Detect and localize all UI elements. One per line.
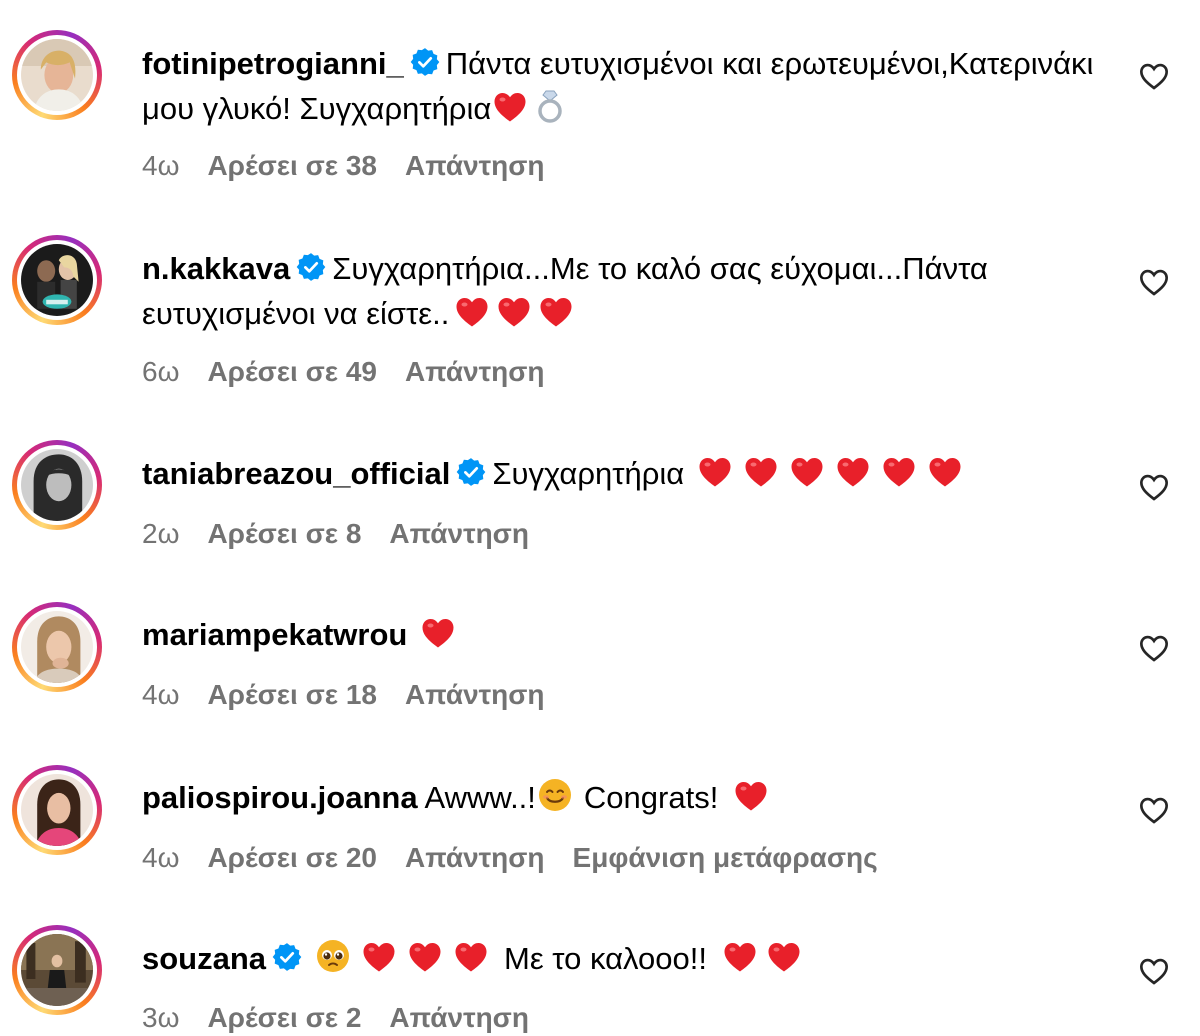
verified-badge-icon [410,47,440,77]
red-heart-icon [362,941,396,973]
red-heart-icon [408,941,442,973]
heart-outline-icon [1138,60,1170,92]
verified-badge-icon [296,252,326,282]
heart-outline-icon [1138,794,1170,826]
username[interactable]: taniabreazou_official [142,456,450,491]
avatar[interactable] [12,765,102,855]
heart-outline-icon [1138,471,1170,503]
like-button[interactable] [1138,955,1170,987]
timestamp: 6ω [142,356,180,387]
comment-body: paliospirou.joanna Awww..! Congrats! [142,775,1102,820]
username[interactable]: fotinipetrogianni_ [142,46,404,81]
reply-button[interactable]: Απάντηση [405,150,545,181]
red-heart-icon [790,456,824,488]
comment-text-2: Congrats! [583,780,719,815]
likes-count[interactable]: Αρέσει σε 20 [207,842,377,873]
like-button[interactable] [1138,266,1170,298]
red-heart-icon [723,941,757,973]
avatar[interactable] [12,925,102,1015]
avatar[interactable] [12,30,102,120]
comment-meta: 4ω Αρέσει σε 38 Απάντηση [142,148,573,184]
smiling-face-icon [538,778,572,812]
heart-outline-icon [1138,266,1170,298]
comment-body: mariampekatwrou [142,612,1102,657]
reply-button[interactable]: Απάντηση [389,1002,529,1033]
avatar[interactable] [12,440,102,530]
avatar-photo [21,611,93,683]
red-heart-icon [882,456,916,488]
avatar-photo [21,449,93,521]
like-button[interactable] [1138,794,1170,826]
see-translation-button[interactable]: Εμφάνιση μετάφρασης [573,842,878,873]
comment-text: Με το καλοοο!! [504,941,707,976]
reply-button[interactable]: Απάντηση [389,518,529,549]
timestamp: 2ω [142,518,180,549]
like-button[interactable] [1138,60,1170,92]
like-button[interactable] [1138,632,1170,664]
avatar-photo [21,774,93,846]
timestamp: 4ω [142,679,180,710]
comment-text: Συγχαρητήρια [492,456,685,491]
username[interactable]: n.kakkava [142,251,290,286]
reply-button[interactable]: Απάντηση [405,679,545,710]
timestamp: 3ω [142,1002,180,1033]
red-heart-icon [928,456,962,488]
red-heart-icon [454,941,488,973]
red-heart-icon [539,296,573,328]
comment-meta: 4ω Αρέσει σε 18 Απάντηση [142,677,573,713]
red-heart-icon [493,91,527,123]
red-heart-icon [497,296,531,328]
verified-badge-icon [272,942,302,972]
comment-body: n.kakkava Συγχαρητήρια...Με το καλό σας ε… [142,246,1102,336]
likes-count[interactable]: Αρέσει σε 2 [207,1002,361,1033]
likes-count[interactable]: Αρέσει σε 49 [207,356,377,387]
avatar-photo [21,934,93,1006]
likes-count[interactable]: Αρέσει σε 8 [207,518,361,549]
comment-text: Awww..! [424,780,536,815]
avatar[interactable] [12,235,102,325]
red-heart-icon [698,456,732,488]
comment-body: taniabreazou_official Συγχαρητήρια [142,451,1102,496]
avatar-photo [21,39,93,111]
like-button[interactable] [1138,471,1170,503]
ring-icon [535,89,565,123]
verified-badge-icon [456,457,486,487]
avatar-photo [21,244,93,316]
comment-meta: 3ω Αρέσει σε 2 Απάντηση [142,1000,557,1036]
red-heart-icon [734,780,768,812]
timestamp: 4ω [142,150,180,181]
avatar[interactable] [12,602,102,692]
pleading-face-icon [316,939,350,973]
reply-button[interactable]: Απάντηση [405,356,545,387]
comment-meta: 6ω Αρέσει σε 49 Απάντηση [142,354,573,390]
red-heart-icon [421,617,455,649]
heart-outline-icon [1138,955,1170,987]
timestamp: 4ω [142,842,180,873]
comment-body: souzana Με το καλοοο!! [142,936,1102,981]
comment-meta: 2ω Αρέσει σε 8 Απάντηση [142,516,557,552]
reply-button[interactable]: Απάντηση [405,842,545,873]
username[interactable]: paliospirou.joanna [142,780,418,815]
likes-count[interactable]: Αρέσει σε 38 [207,150,377,181]
red-heart-icon [836,456,870,488]
comment-body: fotinipetrogianni_ Πάντα ευτυχισμένοι και… [142,41,1102,131]
username[interactable]: mariampekatwrou [142,617,407,652]
red-heart-icon [767,941,801,973]
comment-meta: 4ω Αρέσει σε 20 Απάντηση Εμφάνιση μετάφραση… [142,840,906,876]
red-heart-icon [744,456,778,488]
heart-outline-icon [1138,632,1170,664]
red-heart-icon [455,296,489,328]
likes-count[interactable]: Αρέσει σε 18 [207,679,377,710]
username[interactable]: souzana [142,941,266,976]
